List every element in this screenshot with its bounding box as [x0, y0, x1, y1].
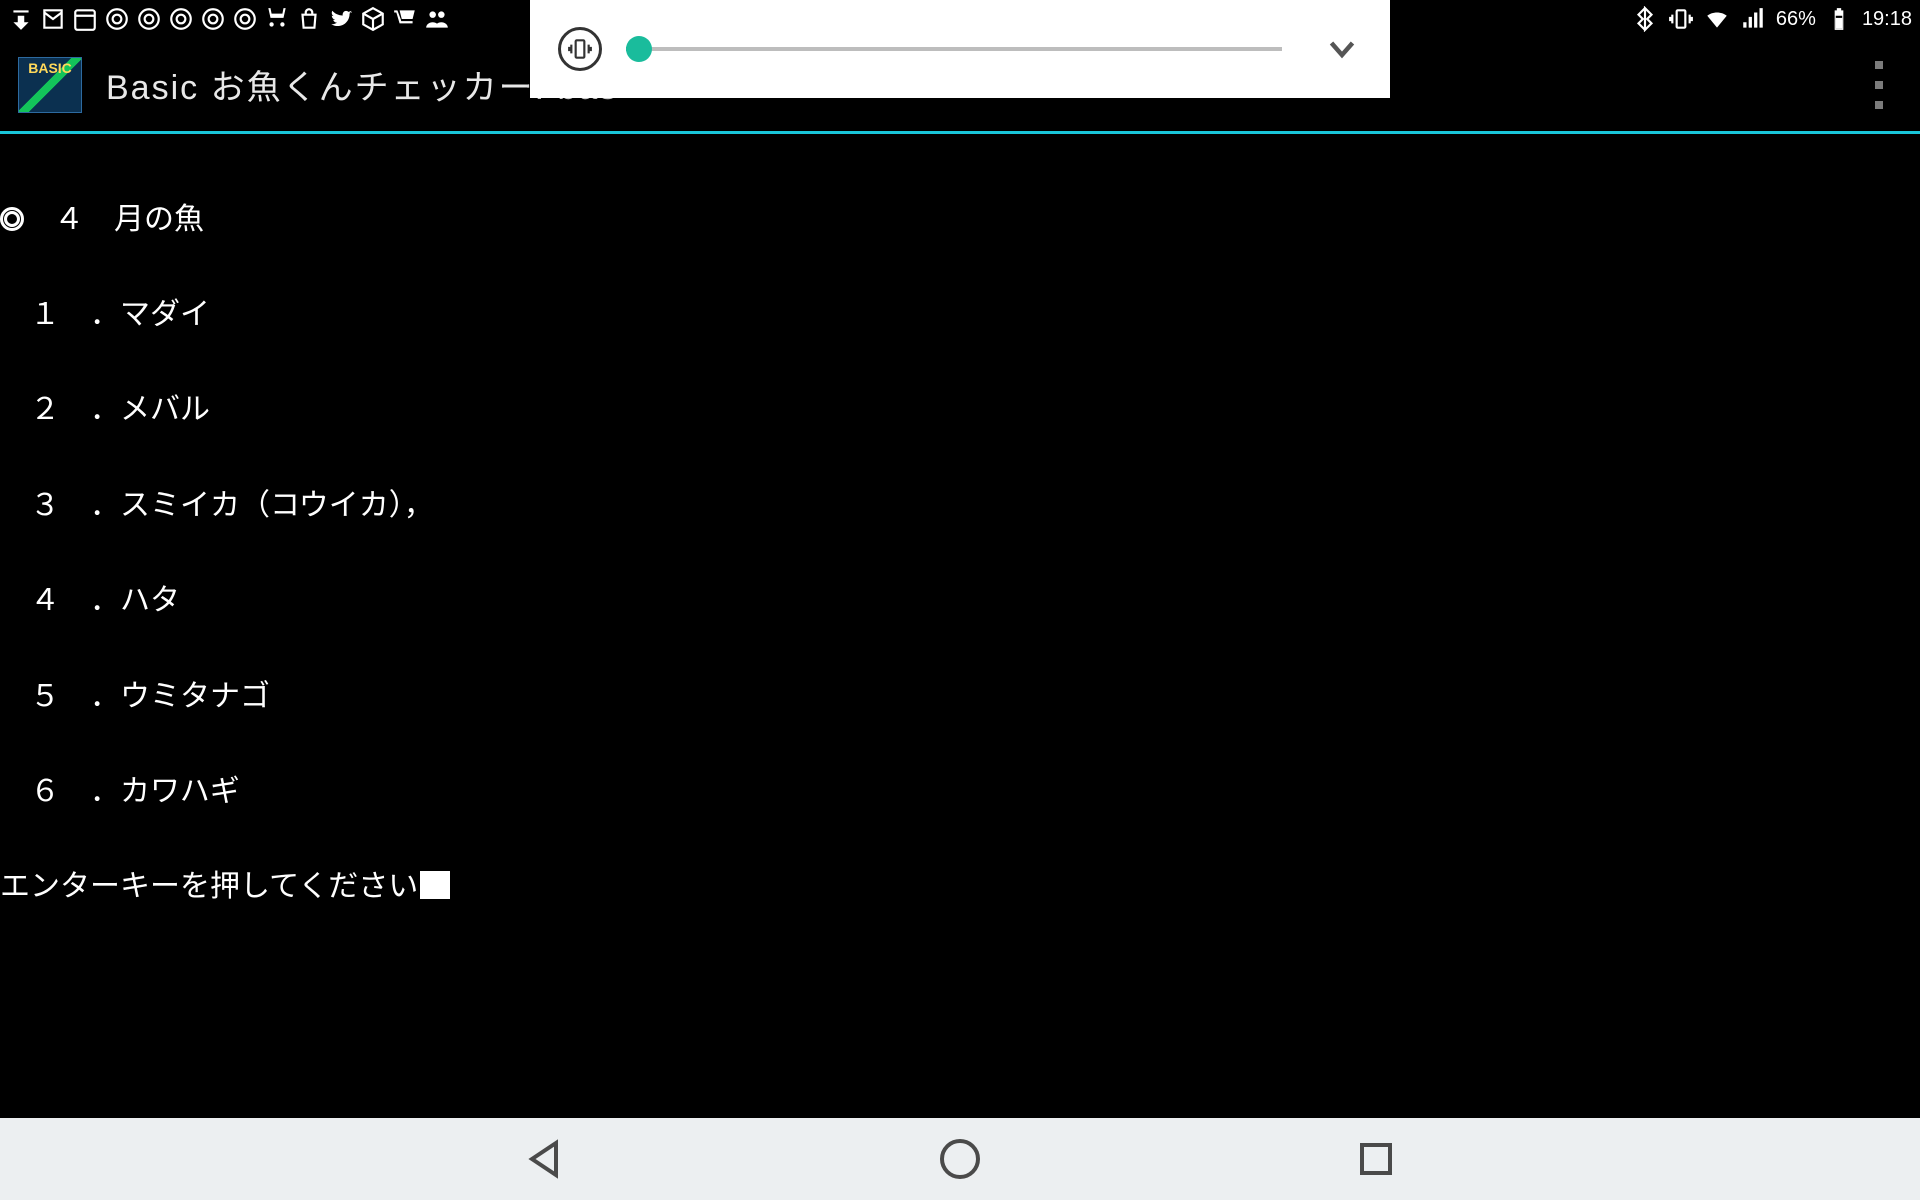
list-item: ２ ．メバル [0, 391, 1920, 423]
chrome-icon [136, 6, 162, 32]
twitter-icon [328, 6, 354, 32]
gmail-icon [40, 6, 66, 32]
battery-text: 66% [1776, 8, 1816, 31]
shopping-icon [264, 6, 290, 32]
cursor-icon [420, 871, 450, 899]
list-item: ５ ．ウミタナゴ [0, 678, 1920, 710]
chrome-icon [200, 6, 226, 32]
status-left-tray [8, 6, 450, 32]
chrome-icon [104, 6, 130, 32]
signal-icon [1740, 6, 1766, 32]
home-button[interactable] [932, 1131, 988, 1187]
volume-slider[interactable] [626, 47, 1282, 51]
chrome-icon [168, 6, 194, 32]
list-item: １ ．マダイ [0, 296, 1920, 328]
list-item: ３ ．スミイカ（コウイカ）， [0, 487, 1920, 519]
vibrate-icon [1668, 6, 1694, 32]
vibrate-mode-icon[interactable] [558, 27, 602, 71]
download-icon [8, 6, 34, 32]
clock-text: 19:18 [1862, 8, 1912, 31]
chrome-icon [232, 6, 258, 32]
overflow-menu-button[interactable] [1864, 61, 1894, 109]
bluetooth-icon [1632, 6, 1658, 32]
target-icon [0, 207, 24, 231]
calendar-icon [72, 6, 98, 32]
back-button[interactable] [516, 1131, 572, 1187]
list-item: ４ ．ハタ [0, 582, 1920, 614]
status-right-tray: 66% 19:18 [1632, 6, 1912, 32]
cart-icon [392, 6, 418, 32]
app-icon: BASIC [18, 57, 82, 113]
navigation-bar [0, 1118, 1920, 1200]
terminal-header: ４ 月の魚 [0, 201, 1920, 233]
terminal-output: ４ 月の魚 １ ．マダイ ２ ．メバル ３ ．スミイカ（コウイカ）， ４ ．ハタ… [0, 137, 1920, 932]
bag-icon [296, 6, 322, 32]
volume-panel [530, 0, 1390, 98]
list-item: ６ ．カワハギ [0, 773, 1920, 805]
battery-icon [1826, 6, 1852, 32]
wifi-icon [1704, 6, 1730, 32]
cube-icon [360, 6, 386, 32]
group-icon [424, 6, 450, 32]
volume-thumb[interactable] [626, 36, 652, 62]
recent-apps-button[interactable] [1348, 1131, 1404, 1187]
app-icon-label: BASIC [28, 60, 72, 76]
terminal-prompt: エンターキーを押してください [0, 868, 1920, 900]
expand-volume-button[interactable] [1322, 29, 1362, 69]
